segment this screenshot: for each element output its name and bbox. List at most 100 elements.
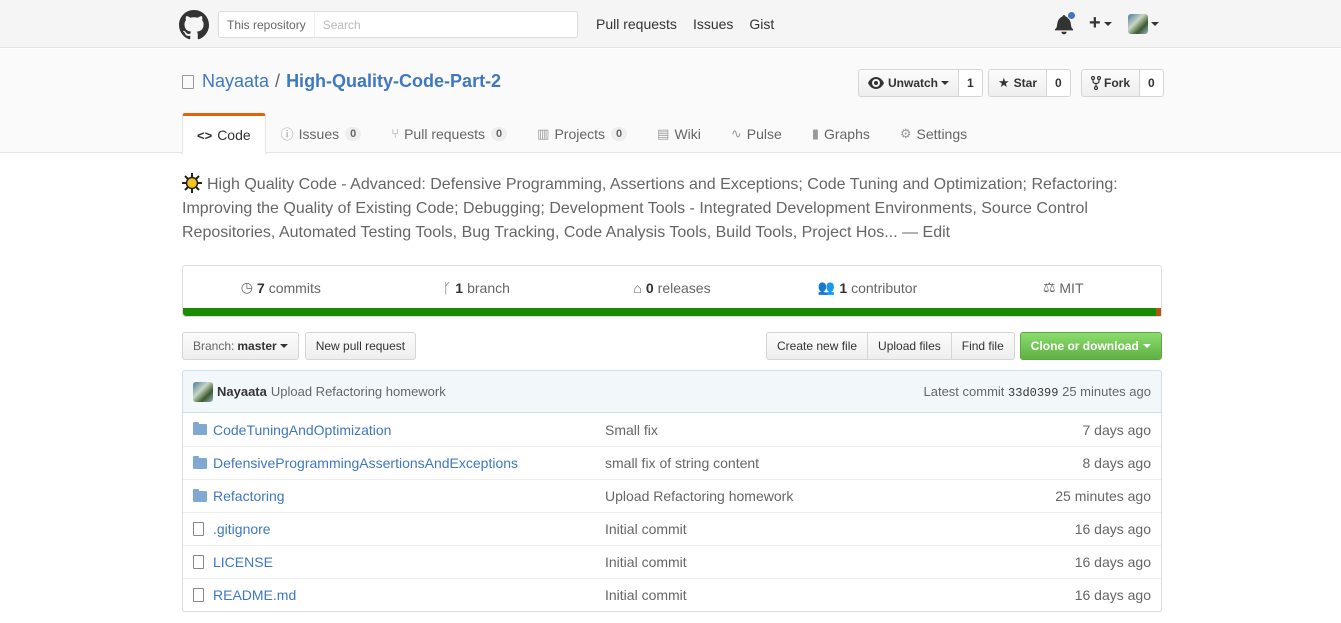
history-icon: ◷	[240, 279, 253, 295]
tab-counter: 0	[345, 126, 362, 141]
table-row: LICENSE Initial commit 16 days ago	[183, 545, 1161, 578]
nav-gist[interactable]: Gist	[749, 16, 774, 32]
pull-request-icon: ⑂	[391, 126, 400, 141]
github-logo-icon[interactable]	[179, 10, 209, 40]
clone-label: Clone or download	[1030, 339, 1139, 353]
contributor-label: contributor	[851, 279, 918, 296]
nav-issues[interactable]: Issues	[693, 16, 733, 32]
file-commit-message[interactable]: Initial commit	[605, 554, 905, 570]
sun-emoji-icon	[182, 173, 202, 193]
commits-count: 7	[256, 279, 265, 296]
unwatch-button[interactable]: Unwatch	[858, 69, 960, 97]
file-age: 16 days ago	[1074, 587, 1151, 603]
people-icon: 👥	[817, 279, 836, 295]
table-row: DefensiveProgrammingAssertionsAndExcepti…	[183, 446, 1161, 479]
file-commit-message[interactable]: Initial commit	[605, 521, 905, 537]
tab-pulse[interactable]: ∿ Pulse	[716, 113, 797, 153]
fork-button[interactable]: Fork	[1081, 69, 1141, 97]
find-file-button[interactable]: Find file	[951, 332, 1015, 360]
notifications-bell-icon[interactable]	[1055, 10, 1076, 35]
tab-settings[interactable]: ⚙ Settings	[885, 113, 982, 153]
file-commit-message[interactable]: Upload Refactoring homework	[605, 488, 905, 504]
file-name-link[interactable]: .gitignore	[213, 521, 605, 537]
tab-label: Pulse	[746, 125, 782, 142]
file-icon	[193, 588, 209, 602]
file-name-link[interactable]: README.md	[213, 587, 605, 603]
tab-graphs[interactable]: ▮ Graphs	[797, 113, 885, 153]
file-commit-message[interactable]: small fix of string content	[605, 455, 905, 471]
user-avatar[interactable]	[1127, 13, 1148, 34]
license-label: MIT	[1059, 279, 1084, 296]
file-name-link[interactable]: DefensiveProgrammingAssertionsAndExcepti…	[213, 455, 605, 471]
repo-summary: ◷ 7 commits ᚴ 1 branch ⌂ 0 releases 👥 1 …	[182, 265, 1162, 317]
search-box[interactable]: This repository	[218, 11, 578, 38]
branch-select-button[interactable]: Branch: master	[182, 332, 299, 360]
commit-author[interactable]: Nayaata	[217, 384, 267, 399]
top-header: This repository Pull requests Issues Gis…	[0, 0, 1341, 48]
unread-indicator	[1067, 10, 1076, 20]
book-icon: ▤	[657, 125, 670, 141]
search-input[interactable]	[314, 17, 565, 32]
tab-wiki[interactable]: ▤ Wiki	[642, 113, 716, 153]
tab-code[interactable]: <> Code	[182, 113, 266, 154]
chevron-down-icon	[1142, 344, 1151, 348]
repo-owner-link[interactable]: Nayaata	[202, 71, 269, 92]
project-icon: ▥	[537, 125, 550, 141]
language-bar[interactable]	[183, 308, 1161, 316]
tab-issues[interactable]: ⓘ Issues 0	[266, 113, 377, 153]
table-row: .gitignore Initial commit 16 days ago	[183, 512, 1161, 545]
graph-icon: ▮	[811, 125, 819, 141]
folder-icon	[193, 422, 209, 435]
chevron-down-icon	[279, 344, 288, 348]
star-count[interactable]: 0	[1047, 69, 1071, 97]
repo-path-separator: /	[275, 71, 281, 91]
repo-book-icon	[182, 74, 194, 89]
search-scope-label[interactable]: This repository	[219, 12, 315, 37]
fork-count[interactable]: 0	[1140, 69, 1164, 97]
releases-summary[interactable]: ⌂ 0 releases	[574, 266, 770, 309]
latest-commit-prefix: Latest commit	[923, 383, 1005, 399]
watch-count[interactable]: 1	[959, 69, 983, 97]
chevron-down-icon[interactable]	[1150, 21, 1159, 26]
nav-pull-requests[interactable]: Pull requests	[596, 16, 677, 32]
commits-summary[interactable]: ◷ 7 commits	[183, 266, 379, 309]
tab-label: Settings	[916, 125, 968, 142]
edit-description-link[interactable]: — Edit	[902, 224, 950, 241]
new-pull-request-button[interactable]: New pull request	[304, 332, 417, 360]
repo-nav-tabs: <> Code ⓘ Issues 0 ⑂ Pull requests 0 ▥ P…	[182, 113, 982, 154]
contributor-count: 1	[839, 279, 848, 296]
file-name-link[interactable]: Refactoring	[213, 488, 605, 504]
commit-sha[interactable]: 33d0399	[1008, 386, 1058, 400]
clone-or-download-button[interactable]: Clone or download	[1019, 332, 1162, 360]
file-icon	[193, 522, 209, 536]
commit-message[interactable]: Upload Refactoring homework	[271, 384, 446, 399]
license-summary[interactable]: ⚖ MIT	[965, 266, 1161, 309]
file-name-link[interactable]: CodeTuningAndOptimization	[213, 422, 605, 438]
repo-header: Nayaata / High-Quality-Code-Part-2 Unwat…	[0, 49, 1341, 154]
commit-author-avatar[interactable]	[193, 381, 213, 402]
unwatch-label: Unwatch	[888, 76, 939, 90]
tab-projects[interactable]: ▥ Projects 0	[522, 113, 642, 153]
folder-icon	[193, 455, 209, 469]
star-button[interactable]: ★ Star	[988, 69, 1047, 97]
repo-description: High Quality Code - Advanced: Defensive …	[182, 173, 1162, 245]
tab-label: Issues	[298, 125, 340, 142]
law-icon: ⚖	[1042, 279, 1056, 295]
tab-counter: 0	[491, 126, 508, 141]
upload-files-button[interactable]: Upload files	[868, 332, 952, 360]
file-actions: Create new file Upload files Find file C…	[766, 332, 1162, 360]
commit-age: 25 minutes ago	[1062, 383, 1151, 399]
create-new-file-button[interactable]: Create new file	[766, 332, 869, 360]
watch-group: Unwatch 1	[858, 69, 983, 97]
file-name-link[interactable]: LICENSE	[213, 554, 605, 570]
file-commit-message[interactable]: Small fix	[605, 422, 905, 438]
file-age: 16 days ago	[1074, 554, 1151, 570]
create-new-plus-icon[interactable]: +	[1089, 12, 1112, 35]
tab-pull-requests[interactable]: ⑂ Pull requests 0	[376, 113, 522, 153]
tab-label: Pull requests	[404, 125, 486, 142]
contributors-summary[interactable]: 👥 1 contributor	[770, 266, 966, 309]
releases-count: 0	[645, 279, 654, 296]
repo-name-link[interactable]: High-Quality-Code-Part-2	[286, 71, 501, 92]
file-commit-message[interactable]: Initial commit	[605, 587, 905, 603]
branch-summary[interactable]: ᚴ 1 branch	[379, 266, 575, 309]
